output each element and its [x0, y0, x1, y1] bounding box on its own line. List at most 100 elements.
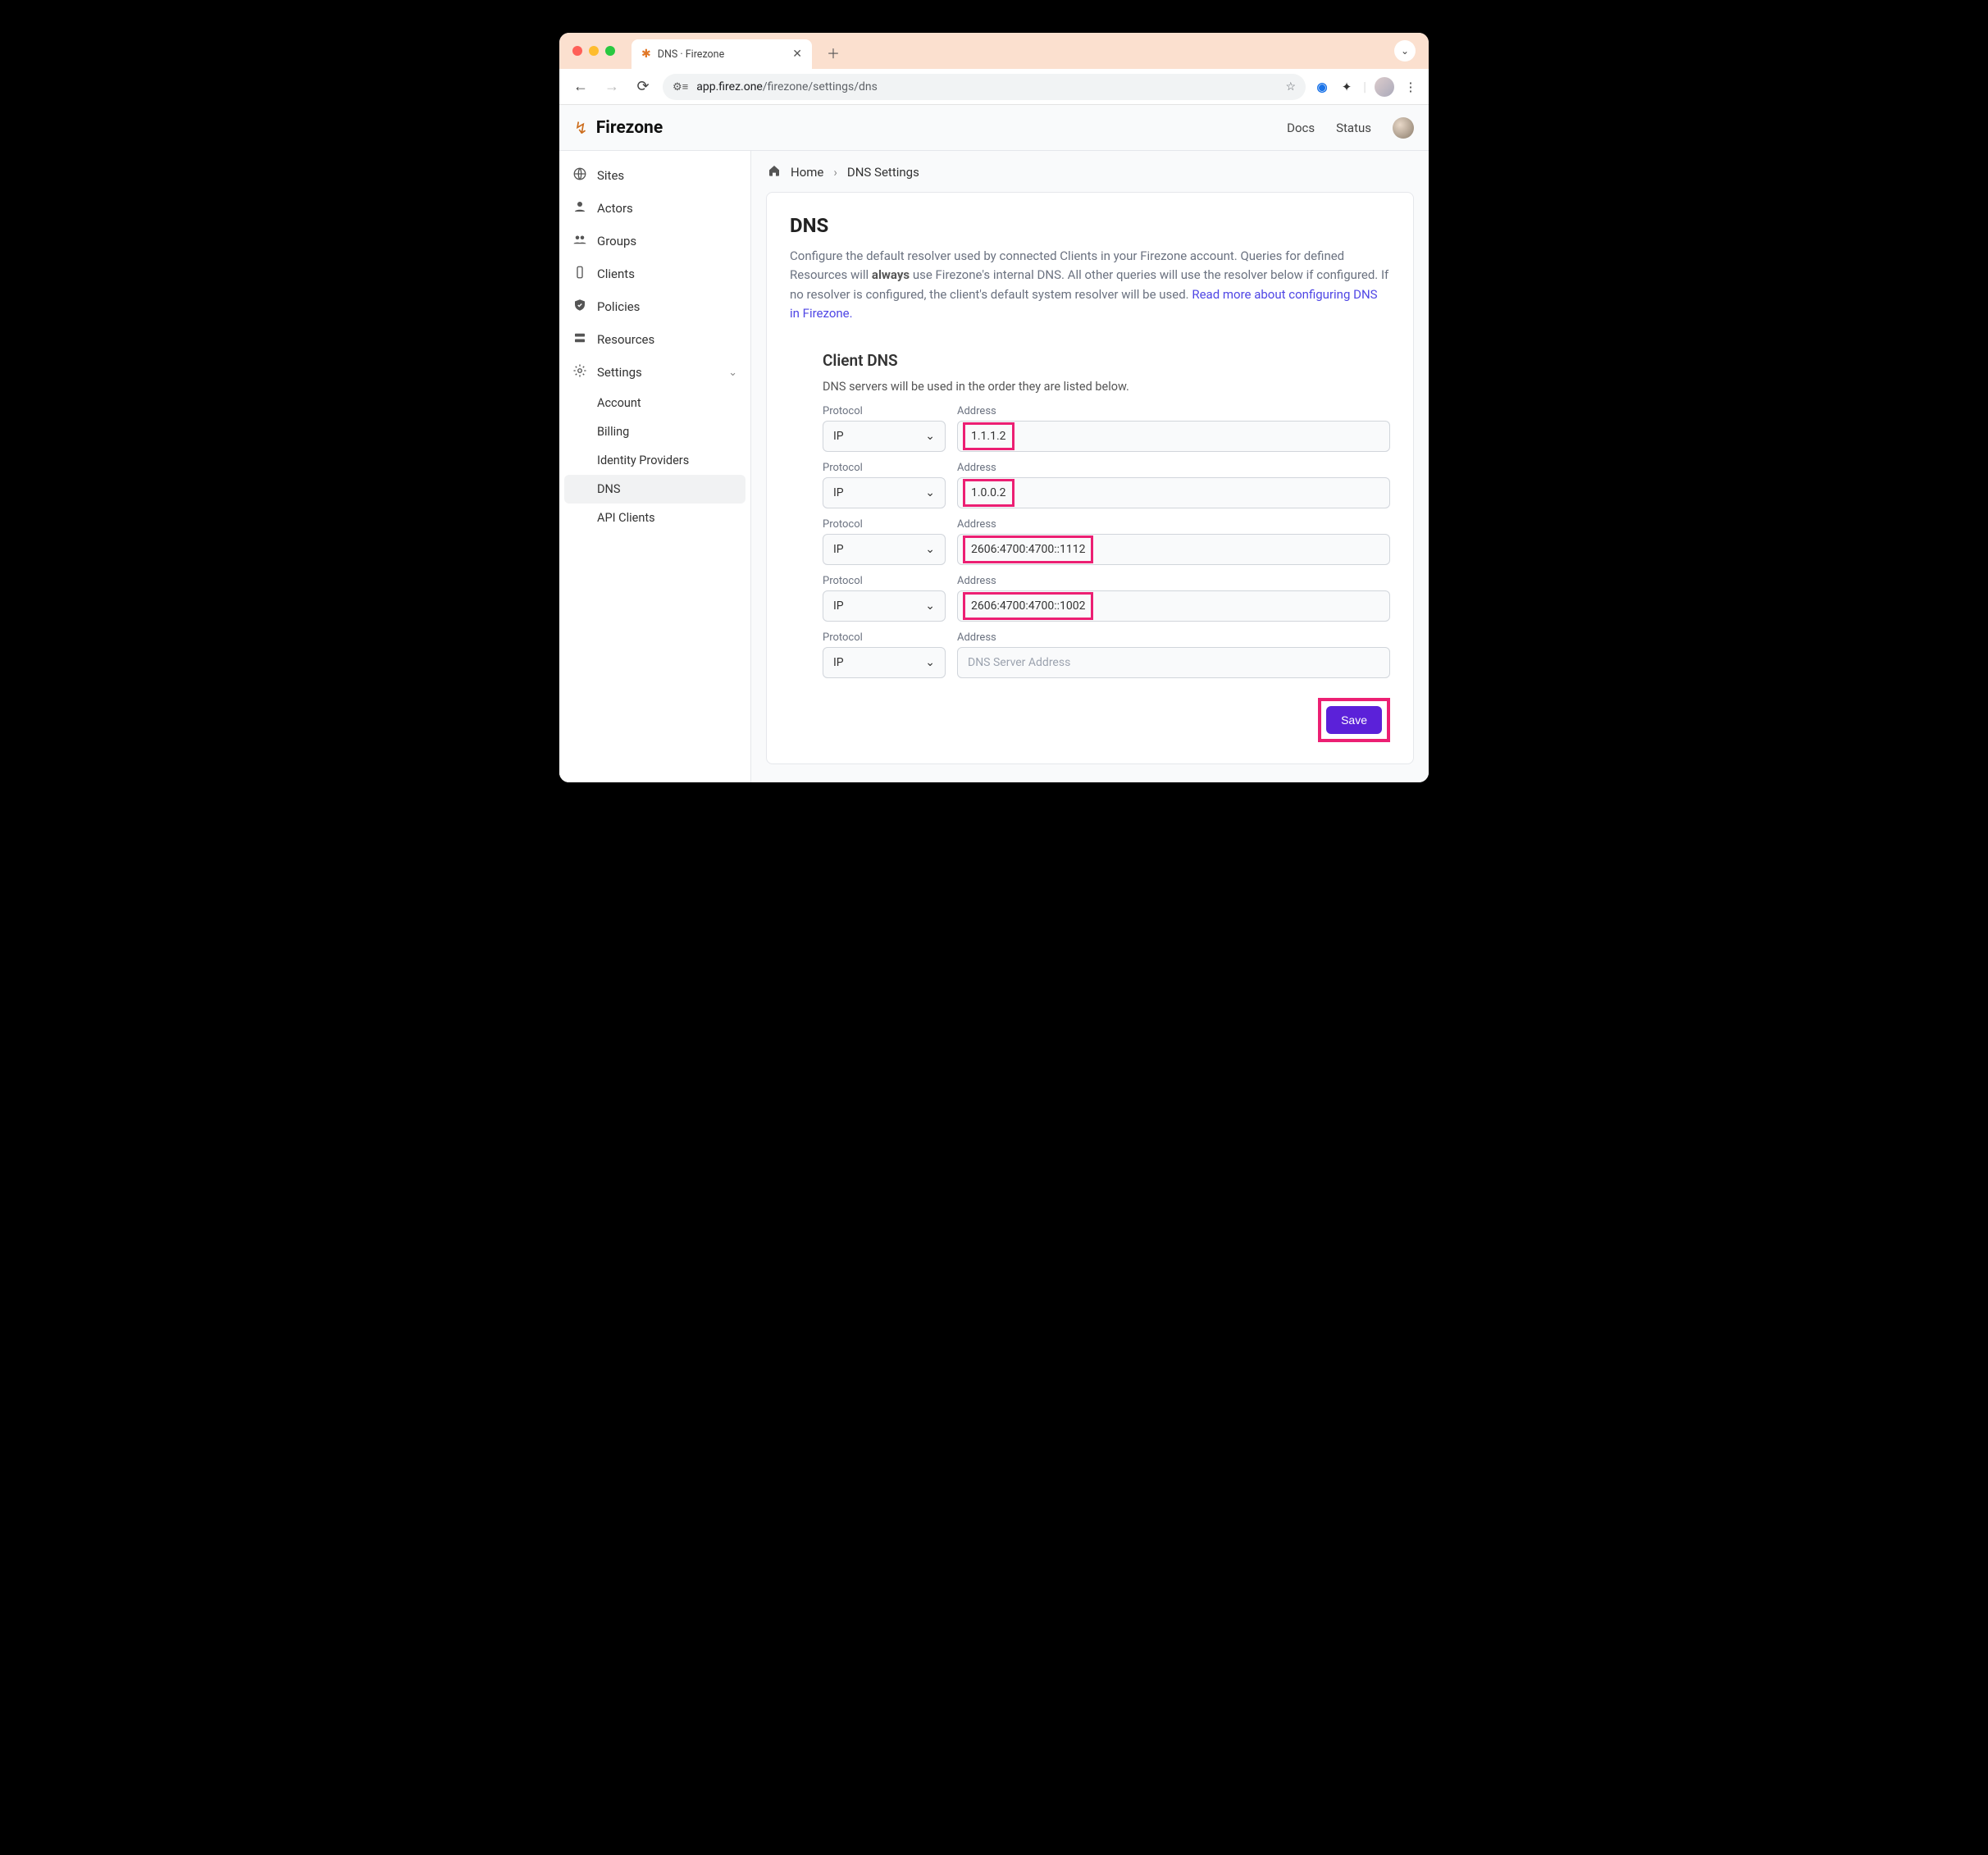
person-icon — [572, 199, 587, 217]
dns-row: Protocol IP ⌄ Address DNS Server Address — [823, 631, 1390, 678]
sidebar-item-label: Resources — [597, 332, 654, 347]
protocol-select[interactable]: IP ⌄ — [823, 647, 946, 678]
back-button[interactable]: ← — [569, 78, 592, 95]
minimize-window-icon[interactable] — [589, 46, 599, 56]
titlebar: ✱ DNS · Firezone ✕ ＋ ⌄ — [559, 33, 1429, 69]
tab-title: DNS · Firezone — [658, 48, 724, 61]
sidebar-item-label: Settings — [597, 365, 642, 380]
site-info-icon[interactable]: ⚙≡ — [673, 80, 688, 93]
sidebar-sub-identity-providers[interactable]: Identity Providers — [564, 446, 746, 475]
protocol-label: Protocol — [823, 631, 946, 644]
dns-card: DNS Configure the default resolver used … — [766, 192, 1414, 764]
extension-icon[interactable]: ◉ — [1314, 80, 1330, 94]
extensions-puzzle-icon[interactable]: ✦ — [1338, 80, 1355, 94]
gear-icon — [572, 363, 587, 381]
sidebar-item-label: Actors — [597, 201, 633, 216]
tab-dropdown-button[interactable]: ⌄ — [1394, 40, 1416, 62]
browser-menu-icon[interactable]: ⋮ — [1402, 80, 1419, 94]
dns-row: Protocol IP ⌄ Address 2606:4700:4700::10… — [823, 575, 1390, 622]
sidebar-sub-dns[interactable]: DNS — [564, 475, 746, 504]
address-label: Address — [957, 405, 1390, 417]
sidebar-item-groups[interactable]: Groups — [564, 225, 746, 258]
protocol-select[interactable]: IP ⌄ — [823, 421, 946, 452]
address-input[interactable]: 1.1.1.2 — [957, 421, 1390, 452]
client-dns-note: DNS servers will be used in the order th… — [823, 380, 1390, 394]
browser-tab[interactable]: ✱ DNS · Firezone ✕ — [632, 39, 812, 69]
sidebar-item-clients[interactable]: Clients — [564, 258, 746, 290]
save-highlight: Save — [1318, 698, 1390, 742]
sidebar-item-label: Sites — [597, 168, 624, 183]
globe-icon — [572, 166, 587, 185]
window-controls — [572, 46, 615, 56]
sidebar-sub-account[interactable]: Account — [564, 389, 746, 417]
close-tab-icon[interactable]: ✕ — [792, 48, 802, 61]
page-title: DNS — [790, 214, 1390, 237]
chevron-down-icon: ⌄ — [925, 543, 935, 556]
brand-name: Firezone — [596, 118, 663, 138]
app-layout: Sites Actors Groups Clients — [559, 151, 1429, 782]
protocol-label: Protocol — [823, 405, 946, 417]
address-bar[interactable]: ⚙≡ app.firez.one/firezone/settings/dns ☆ — [663, 74, 1306, 100]
address-input[interactable]: 2606:4700:4700::1002 — [957, 590, 1390, 622]
docs-link[interactable]: Docs — [1287, 121, 1315, 135]
chevron-right-icon: › — [833, 165, 837, 180]
address-value: 1.0.0.2 — [968, 486, 1010, 499]
breadcrumb: Home › DNS Settings — [766, 164, 1414, 192]
save-button[interactable]: Save — [1326, 706, 1382, 734]
chevron-down-icon: ⌄ — [925, 656, 935, 669]
maximize-window-icon[interactable] — [605, 46, 615, 56]
app-header: ↯ Firezone Docs Status — [559, 105, 1429, 151]
sidebar-item-resources[interactable]: Resources — [564, 323, 746, 356]
breadcrumb-home[interactable]: Home — [791, 165, 823, 180]
page-description: Configure the default resolver used by c… — [790, 247, 1390, 323]
sidebar-item-label: Groups — [597, 234, 636, 248]
chevron-down-icon: ⌄ — [925, 486, 935, 499]
sidebar-item-settings[interactable]: Settings ⌄ — [564, 356, 746, 389]
form-actions: Save — [823, 698, 1390, 742]
address-input[interactable]: 2606:4700:4700::1112 — [957, 534, 1390, 565]
close-window-icon[interactable] — [572, 46, 582, 56]
address-input[interactable]: DNS Server Address — [957, 647, 1390, 678]
browser-window: ✱ DNS · Firezone ✕ ＋ ⌄ ← → ⟳ ⚙≡ app.fire… — [559, 33, 1429, 782]
protocol-label: Protocol — [823, 575, 946, 587]
reload-button[interactable]: ⟳ — [632, 78, 654, 95]
breadcrumb-current: DNS Settings — [847, 165, 919, 180]
client-dns-section: Client DNS DNS servers will be used in t… — [823, 351, 1390, 742]
shield-icon — [572, 298, 587, 316]
profile-avatar[interactable] — [1375, 77, 1394, 97]
address-label: Address — [957, 575, 1390, 587]
bookmark-icon[interactable]: ☆ — [1286, 80, 1297, 93]
protocol-label: Protocol — [823, 462, 946, 474]
sidebar-item-policies[interactable]: Policies — [564, 290, 746, 323]
address-label: Address — [957, 631, 1390, 644]
protocol-select[interactable]: IP ⌄ — [823, 477, 946, 508]
protocol-select[interactable]: IP ⌄ — [823, 590, 946, 622]
address-label: Address — [957, 462, 1390, 474]
address-input[interactable]: 1.0.0.2 — [957, 477, 1390, 508]
client-dns-heading: Client DNS — [823, 351, 1390, 370]
sidebar-item-sites[interactable]: Sites — [564, 159, 746, 192]
chevron-down-icon: ⌄ — [925, 599, 935, 613]
header-links: Docs Status — [1287, 117, 1414, 139]
chevron-down-icon: ⌄ — [728, 367, 737, 379]
firezone-favicon-icon: ✱ — [641, 48, 651, 61]
status-link[interactable]: Status — [1336, 121, 1371, 135]
browser-toolbar: ← → ⟳ ⚙≡ app.firez.one/firezone/settings… — [559, 69, 1429, 105]
firezone-logo-icon: ↯ — [574, 118, 588, 138]
user-avatar[interactable] — [1393, 117, 1414, 139]
sidebar-item-actors[interactable]: Actors — [564, 192, 746, 225]
sidebar-sub-api-clients[interactable]: API Clients — [564, 504, 746, 532]
address-value: 2606:4700:4700::1112 — [968, 543, 1088, 556]
phone-icon — [572, 265, 587, 283]
url-text: app.firez.one/firezone/settings/dns — [696, 80, 878, 93]
protocol-label: Protocol — [823, 518, 946, 531]
new-tab-button[interactable]: ＋ — [822, 38, 845, 67]
forward-button[interactable]: → — [600, 78, 623, 95]
sidebar-item-label: Policies — [597, 299, 640, 314]
protocol-select[interactable]: IP ⌄ — [823, 534, 946, 565]
address-value: 2606:4700:4700::1002 — [968, 599, 1088, 613]
address-value: 1.1.1.2 — [968, 430, 1010, 443]
dns-row: Protocol IP ⌄ Address 1.1.1.2 — [823, 405, 1390, 452]
sidebar-item-label: Clients — [597, 267, 635, 281]
sidebar-sub-billing[interactable]: Billing — [564, 417, 746, 446]
